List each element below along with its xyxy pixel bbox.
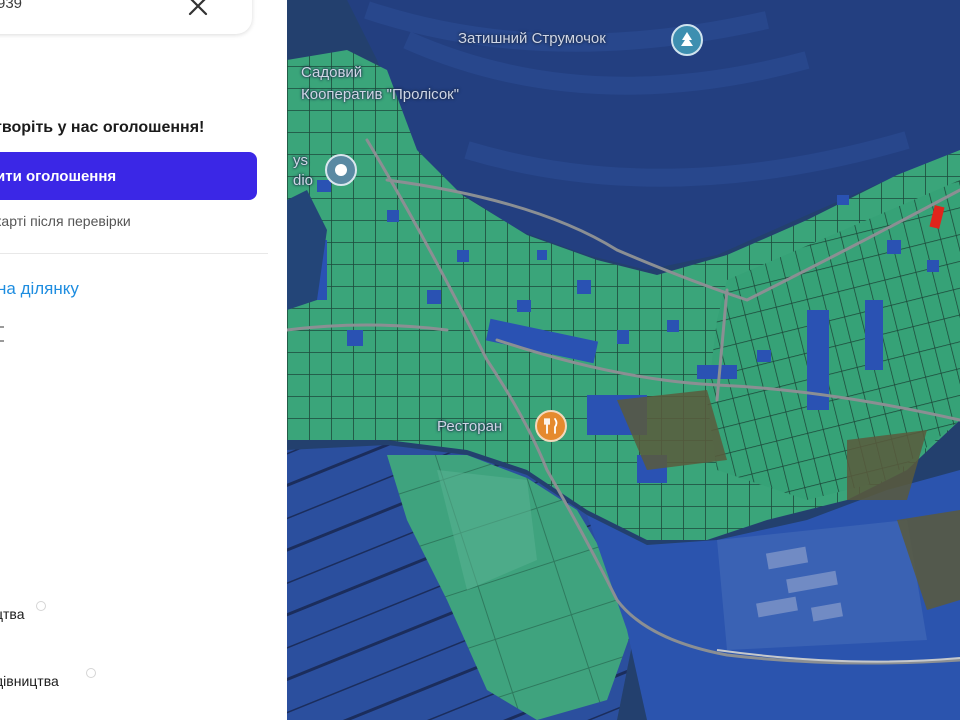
category-label-1: цтва (0, 606, 25, 622)
category-label-2: дівництва (0, 673, 59, 689)
list-marker (0, 340, 4, 342)
map-canvas[interactable] (287, 0, 960, 720)
divider (0, 253, 268, 254)
fork-knife-icon (544, 418, 558, 434)
promo-title: творіть у нас оголошення! (0, 119, 205, 136)
info-icon[interactable] (36, 601, 46, 611)
listing-sidebar: 939 творіть у нас оголошення! ити оголош… (0, 0, 287, 720)
moderation-note: карті після перевірки (0, 213, 131, 229)
close-icon[interactable] (186, 0, 210, 18)
parcel-link[interactable]: на ділянку (0, 279, 79, 299)
studio-marker-icon[interactable] (325, 154, 357, 186)
search-field[interactable]: 939 (0, 0, 252, 34)
restaurant-marker-icon[interactable] (535, 410, 567, 442)
create-listing-button[interactable]: ити оголошення (0, 152, 257, 200)
search-input[interactable]: 939 (0, 0, 22, 12)
create-listing-button-label: ити оголошення (0, 168, 117, 185)
park-marker-icon[interactable] (671, 24, 703, 56)
cadastral-map[interactable]: Затишний Струмочок Садовий Кооператив "П… (287, 0, 960, 720)
info-icon[interactable] (86, 668, 96, 678)
list-marker (0, 326, 4, 328)
circle-icon (335, 164, 347, 176)
tree-icon (681, 32, 693, 46)
